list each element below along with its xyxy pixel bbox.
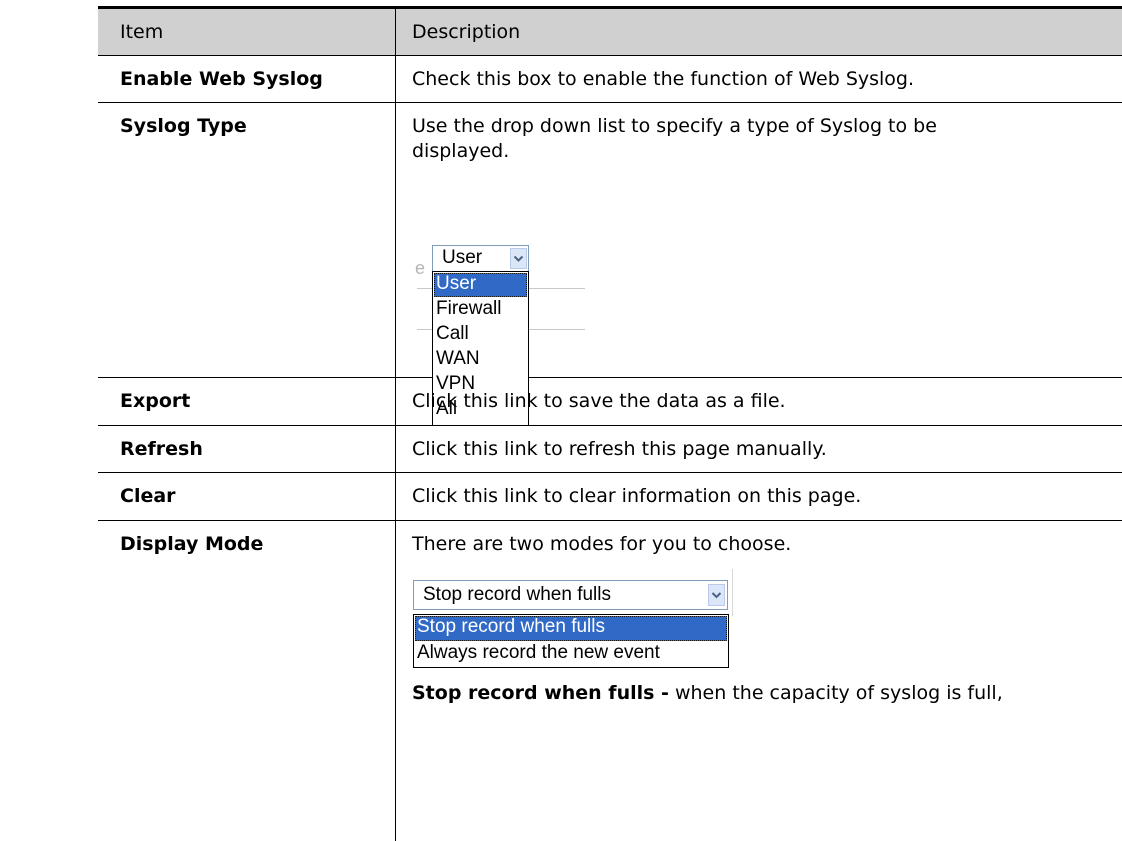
desc-display-mode-note: Stop record when fulls - when the capaci… xyxy=(412,681,1112,705)
desc-syslog-type-line1: Use the drop down list to specify a type… xyxy=(412,115,937,137)
note-bold-term: Stop record when fulls - xyxy=(412,682,669,704)
note-text: when the capacity of syslog is full, xyxy=(668,682,1003,704)
column-divider xyxy=(395,9,396,841)
row-divider xyxy=(98,472,1122,473)
display-mode-select[interactable]: Stop record when fulls xyxy=(413,580,728,610)
row-divider xyxy=(98,55,1122,56)
option-stop-record[interactable]: Stop record when fulls xyxy=(415,616,727,641)
option-user[interactable]: User xyxy=(434,273,527,297)
item-refresh: Refresh xyxy=(120,438,203,460)
row-divider xyxy=(98,377,1122,378)
item-display-mode: Display Mode xyxy=(120,533,264,555)
header-item: Item xyxy=(120,21,164,43)
desc-display-mode: There are two modes for you to choose. xyxy=(412,533,792,555)
desc-enable-web-syslog: Check this box to enable the function of… xyxy=(412,68,915,90)
row-divider xyxy=(98,102,1122,103)
desc-export: Click this link to save the data as a fi… xyxy=(412,390,786,412)
display-mode-selected-value: Stop record when fulls xyxy=(423,584,611,605)
desc-syslog-type-line2: displayed. xyxy=(412,140,510,162)
desc-clear: Click this link to clear information on … xyxy=(412,485,862,507)
guide-line xyxy=(732,569,733,616)
row-divider xyxy=(98,425,1122,426)
option-wan[interactable]: WAN xyxy=(434,348,527,372)
option-call[interactable]: Call xyxy=(434,323,527,347)
display-mode-options-list: Stop record when fulls Always record the… xyxy=(413,614,729,668)
item-syslog-type: Syslog Type xyxy=(120,115,247,137)
item-enable-web-syslog: Enable Web Syslog xyxy=(120,68,323,90)
item-clear: Clear xyxy=(120,485,176,507)
partial-label: e xyxy=(415,258,426,278)
description-table: Item Description Enable Web Syslog Check… xyxy=(0,0,1122,841)
desc-refresh: Click this link to refresh this page man… xyxy=(412,438,827,460)
syslog-type-selected-value: User xyxy=(442,247,483,268)
item-export: Export xyxy=(120,390,191,412)
option-always-record[interactable]: Always record the new event xyxy=(415,642,727,667)
row-divider xyxy=(98,520,1122,521)
chevron-down-icon[interactable] xyxy=(510,248,527,269)
chevron-down-icon[interactable] xyxy=(708,584,725,606)
option-firewall[interactable]: Firewall xyxy=(434,298,527,322)
header-description: Description xyxy=(412,21,521,43)
syslog-type-select[interactable]: User xyxy=(432,245,529,272)
